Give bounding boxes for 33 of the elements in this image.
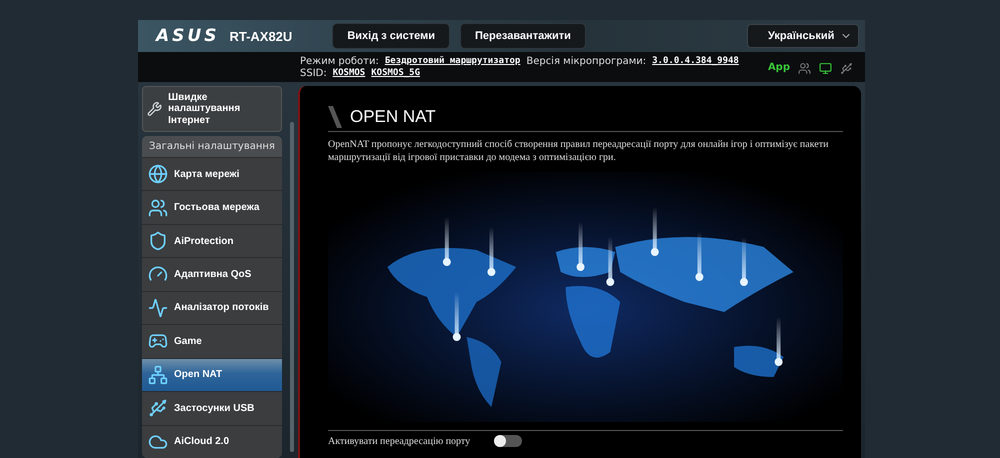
brand-logo: ASUS (156, 26, 220, 46)
mode-link[interactable]: Бездротовий маршрутизатор (384, 56, 520, 66)
monitor-icon[interactable] (819, 62, 832, 75)
section-header: Загальні налаштування (142, 136, 282, 157)
sidebar-item[interactable]: Open NAT (142, 358, 282, 392)
description: OpenNAT пропонує легкодоступний спосіб створення правил переадресації порту для онлайн ігор і оптимізує пакети маршрутизації від ігрової приставки до модема з оптимізацією гри. (328, 138, 830, 164)
ssid-link[interactable]: KOSMOS (332, 68, 366, 78)
users-icon (148, 198, 168, 218)
page-title: OPEN NAT (350, 107, 436, 127)
slash-icon (328, 106, 342, 128)
setting-label: Активувати переадресацію порту (328, 436, 470, 446)
usb-icon (148, 398, 168, 418)
header-button[interactable]: Вихід з системи (332, 23, 450, 49)
clients-icon[interactable] (798, 62, 811, 75)
language-select[interactable]: Український (747, 24, 859, 48)
sidebar-item[interactable]: AiProtection (142, 224, 282, 258)
mode-label: Режим роботи: (300, 56, 379, 66)
quick-setup-item[interactable]: Швидке налаштування Інтернет (142, 86, 282, 132)
globe-icon (148, 164, 168, 184)
firmware-link[interactable]: 3.0.0.4.384_9948 (652, 56, 739, 66)
activity-icon (148, 298, 168, 318)
toggle-switch[interactable] (494, 435, 522, 447)
ssid-label: SSID: (300, 68, 327, 78)
app-link[interactable]: App (768, 62, 790, 73)
usb-icon[interactable] (840, 62, 853, 75)
sidebar-item[interactable]: Карта мережі (142, 156, 282, 190)
sidebar-item[interactable]: AiCloud 2.0 (142, 424, 282, 458)
model-name: RT-AX82U (229, 28, 292, 44)
network-icon (148, 364, 168, 385)
header-button[interactable]: Перезавантажити (460, 23, 586, 49)
firmware-label: Версія мікропрограми: (526, 56, 646, 66)
shield-icon (148, 231, 168, 252)
ssid-link[interactable]: KOSMOS_5G (371, 68, 420, 78)
